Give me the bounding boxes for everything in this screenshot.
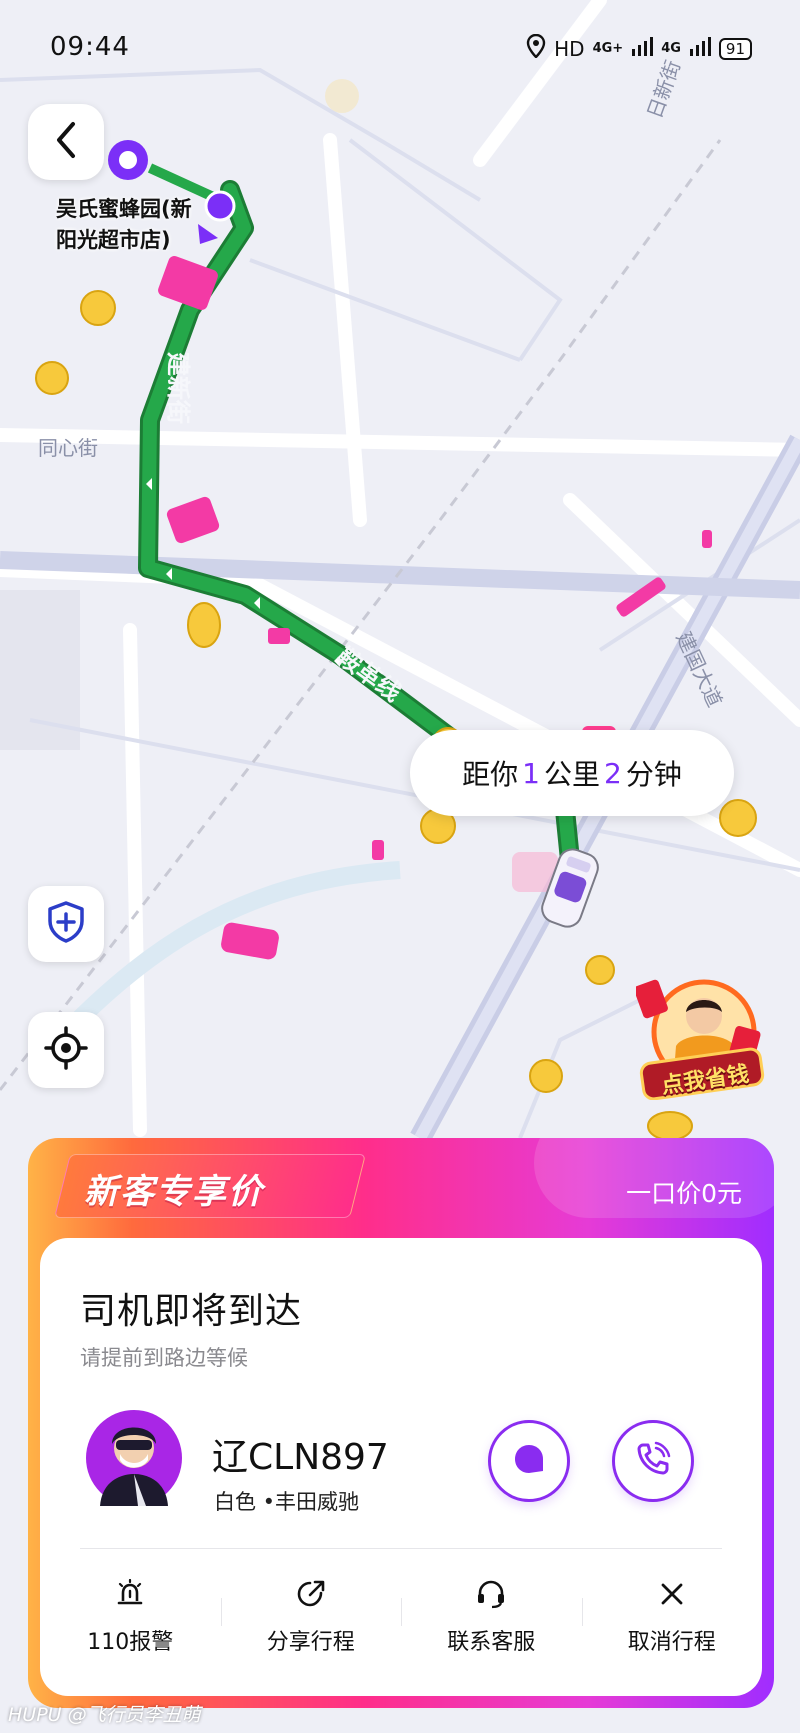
- promo-tag: 新客专享价: [84, 1172, 264, 1212]
- action-label: 分享行程: [266, 1630, 355, 1655]
- share-icon: [295, 1578, 327, 1610]
- signal-label-1: 4G+: [592, 41, 624, 56]
- car-description: 白色 •丰田威驰: [214, 1490, 360, 1514]
- cancel-trip-button[interactable]: 取消行程: [581, 1568, 763, 1668]
- eta-prefix: 距你: [462, 758, 519, 791]
- eta-minutes: 2: [604, 756, 622, 790]
- signal-icon: [631, 35, 654, 62]
- destination-label-line2: 阳光超市店): [56, 228, 171, 252]
- call-driver-button[interactable]: [612, 1420, 694, 1502]
- driver-avatar: [86, 1410, 182, 1506]
- signal-icon: [689, 35, 711, 62]
- status-time: 09:44: [50, 32, 130, 62]
- street-label: 建新街: [164, 352, 192, 424]
- street-label: 同心街: [38, 436, 98, 460]
- share-trip-button[interactable]: 分享行程: [220, 1568, 402, 1668]
- phone-icon: [634, 1440, 672, 1482]
- license-plate: 辽CLN897: [212, 1437, 389, 1478]
- safety-button[interactable]: [28, 886, 104, 962]
- alarm-icon: [114, 1578, 146, 1610]
- crosshair-icon: [44, 1026, 88, 1074]
- location-icon: [526, 33, 546, 63]
- destination-label: 吴氏蜜蜂园(新 阳光超市店): [56, 194, 192, 256]
- chat-bubble-icon: [511, 1441, 547, 1481]
- message-driver-button[interactable]: [488, 1420, 570, 1502]
- battery-icon: 91: [718, 37, 752, 60]
- watermark: HUPU @飞行员李丑萌: [8, 1704, 201, 1726]
- save-money-badge[interactable]: 点我省钱: [634, 976, 766, 1101]
- signal-label-2: 4G: [661, 41, 681, 56]
- ride-status-subtitle: 请提前到路边等候: [80, 1346, 248, 1370]
- shield-plus-icon: [46, 900, 86, 948]
- fixed-price: 一口价0元: [626, 1179, 742, 1208]
- back-button[interactable]: [28, 104, 104, 180]
- eta-distance-unit: 公里: [543, 758, 600, 791]
- eta-distance: 1: [522, 756, 540, 790]
- locate-button[interactable]: [28, 1012, 104, 1088]
- divider: [80, 1548, 722, 1549]
- eta-bubble: 距你 1 公里 2 分钟: [410, 730, 734, 816]
- chevron-left-icon: [51, 120, 81, 164]
- status-indicators: HD 4G+ 4G 91: [526, 33, 752, 63]
- contact-support-button[interactable]: 联系客服: [401, 1568, 582, 1668]
- end-marker: [204, 190, 236, 222]
- action-label: 取消行程: [627, 1630, 716, 1655]
- ride-status-title: 司机即将到达: [80, 1291, 303, 1332]
- action-label: 110报警: [87, 1630, 174, 1655]
- network-type: HD: [554, 36, 585, 61]
- alarm-110-button[interactable]: 110报警: [40, 1568, 221, 1668]
- driver-panel: 司机即将到达 请提前到路边等候 辽CLN897 白色 •丰田威驰 110报警 分…: [40, 1238, 762, 1696]
- destination-label-line1: 吴氏蜜蜂园(新: [56, 197, 192, 221]
- eta-minutes-unit: 分钟: [625, 758, 682, 791]
- action-label: 联系客服: [447, 1630, 536, 1655]
- close-icon: [656, 1578, 688, 1610]
- headset-icon: [475, 1578, 507, 1610]
- action-bar: 110报警 分享行程 联系客服 取消行程: [40, 1568, 762, 1668]
- status-bar: 09:44 HD 4G+ 4G 91: [0, 0, 800, 96]
- ride-status-card: 新客专享价 一口价0元 司机即将到达 请提前到路边等候 辽CLN897 白色 •…: [28, 1138, 774, 1708]
